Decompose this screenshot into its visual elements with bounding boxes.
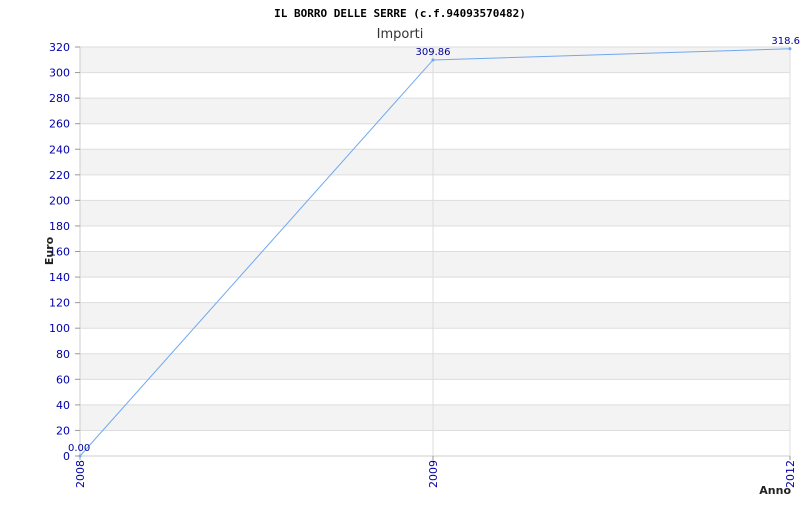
grid-band [80, 72, 790, 99]
data-label: 0.00 [68, 443, 90, 454]
y-tick-label: 20 [56, 424, 70, 437]
y-axis-title: Euro [43, 236, 56, 265]
x-tick-label: 2009 [427, 460, 440, 488]
grid-band [80, 353, 790, 380]
y-tick-label: 140 [49, 271, 70, 284]
y-tick-label: 60 [56, 373, 70, 386]
chart-svg: IL BORRO DELLE SERRE (c.f.94093570482) I… [43, 7, 800, 497]
data-point [788, 47, 792, 51]
y-tick-label: 280 [49, 92, 70, 105]
chart-subtitle: Importi [377, 27, 424, 42]
grid-band [80, 200, 790, 226]
data-label: 309.86 [416, 47, 451, 58]
grid-band [80, 251, 790, 278]
grid-band [80, 277, 790, 303]
grid-band [80, 98, 790, 124]
x-tick-label: 2008 [74, 460, 87, 488]
x-axis-title: Anno [759, 484, 791, 497]
chart-title: IL BORRO DELLE SERRE (c.f.94093570482) [274, 7, 526, 20]
grid-band [80, 123, 790, 150]
y-tick-label: 40 [56, 399, 70, 412]
y-tick-label: 200 [49, 194, 70, 207]
chart: IL BORRO DELLE SERRE (c.f.94093570482) I… [0, 0, 800, 500]
y-tick-label: 240 [49, 143, 70, 156]
data-point [431, 58, 435, 62]
y-tick-label: 260 [49, 118, 70, 131]
x-axis-ticks: 2008 2009 2012 [74, 456, 797, 488]
grid-band [80, 379, 790, 405]
grid-band [80, 149, 790, 175]
y-tick-label: 120 [49, 297, 70, 310]
data-point [78, 454, 82, 458]
y-tick-label: 80 [56, 348, 70, 361]
y-tick-label: 300 [49, 67, 70, 80]
y-tick-label: 320 [49, 41, 70, 54]
grid-band [80, 404, 790, 431]
grid-band [80, 328, 790, 354]
y-tick-label: 220 [49, 169, 70, 182]
y-tick-label: 100 [49, 322, 70, 335]
grid-band [80, 430, 790, 456]
data-label: 318.6 [771, 36, 800, 47]
y-tick-label: 180 [49, 220, 70, 233]
grid-band [80, 174, 790, 201]
grid-band [80, 225, 790, 252]
grid-band [80, 302, 790, 329]
